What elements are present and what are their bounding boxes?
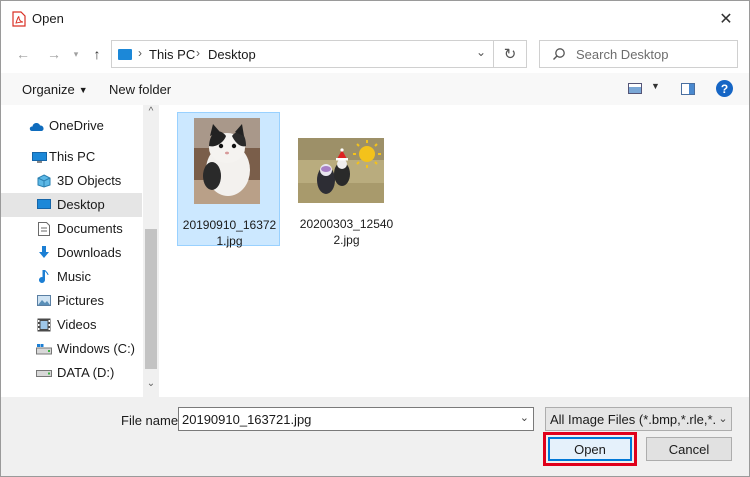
navigation-pane: OneDrive This PC 3D Objects Desktop Docu… [1, 105, 159, 397]
forward-button[interactable]: → [43, 43, 65, 65]
search-input[interactable] [576, 45, 726, 63]
arrow-right-icon: → [47, 46, 61, 62]
window-title: Open [32, 11, 64, 26]
recent-locations-button[interactable]: ▾ [65, 43, 87, 65]
view-options-icon[interactable] [628, 83, 642, 94]
sidebar-item-label: Documents [57, 221, 123, 236]
open-button[interactable]: Open [548, 437, 632, 461]
document-icon [38, 222, 50, 236]
sidebar-item-onedrive[interactable]: OneDrive [1, 114, 142, 138]
sidebar-item-label: Music [57, 269, 91, 284]
help-icon[interactable]: ? [716, 80, 733, 97]
chevron-right-icon: › [138, 46, 142, 60]
command-toolbar: Organize ▼ New folder ▼ ? [1, 73, 749, 106]
chevron-down-icon[interactable]: ⌄ [520, 411, 529, 424]
sidebar-item-label: Windows (C:) [57, 341, 136, 356]
sidebar-item-label: DATA (D:) [57, 365, 115, 380]
sidebar-item-videos[interactable]: Videos [1, 313, 142, 337]
sidebar-item-data-d[interactable]: DATA (D:) [1, 361, 142, 385]
chevron-right-icon: › [196, 46, 200, 60]
preview-pane-icon[interactable] [681, 83, 695, 95]
file-item[interactable]: 20200303_12540 2.jpg [295, 112, 398, 248]
back-button[interactable]: ← [12, 43, 34, 65]
pictures-icon [37, 295, 51, 306]
file-type-select[interactable]: All Image Files (*.bmp,*.rle,*.dib ⌄ [545, 407, 732, 431]
sidebar-item-desktop[interactable]: Desktop [1, 193, 142, 217]
organize-label: Organize [22, 82, 75, 97]
cat-photo-thumbnail [194, 118, 260, 204]
sidebar-item-pictures[interactable]: Pictures [1, 289, 142, 313]
file-name-line: 1.jpg [216, 234, 243, 248]
sidebar-item-downloads[interactable]: Downloads [1, 241, 142, 265]
this-pc-icon [118, 49, 132, 60]
sidebar-item-label: Videos [57, 317, 97, 332]
refresh-button[interactable]: ↻ [493, 41, 526, 67]
nav-pane-scrollbar[interactable]: ^ ⌄ [143, 105, 159, 397]
arrow-up-icon: ↑ [93, 46, 101, 62]
file-item[interactable]: 20190910_16372 1.jpg [177, 112, 281, 249]
caret-down-icon: ▼ [78, 85, 88, 95]
download-icon [39, 246, 49, 258]
sidebar-item-music[interactable]: Music [1, 265, 142, 289]
chevron-down-icon: ▾ [73, 48, 79, 59]
cube-icon [37, 174, 51, 188]
arrow-left-icon: ← [16, 46, 30, 62]
desktop-icon [37, 199, 51, 209]
drive-windows-icon [36, 344, 52, 355]
search-box[interactable] [539, 40, 738, 68]
dogs-photo-thumbnail [298, 138, 384, 203]
file-name-line: 2.jpg [333, 233, 360, 247]
file-name: 20190910_16372 1.jpg [178, 217, 281, 249]
close-icon: ✕ [719, 11, 733, 28]
sidebar-item-this-pc[interactable]: This PC [1, 145, 142, 169]
video-icon [37, 318, 51, 332]
sidebar-item-3d-objects[interactable]: 3D Objects [1, 169, 142, 193]
sidebar-item-label: Downloads [57, 245, 122, 260]
file-type-value: All Image Files (*.bmp,*.rle,*.dib [550, 412, 732, 427]
pdf-app-icon [12, 11, 26, 27]
new-folder-button[interactable]: New folder [109, 82, 171, 97]
drive-icon [36, 370, 52, 377]
file-name-label: File name: [121, 413, 182, 428]
file-list: 20190910_16372 1.jpg 20200303_12540 2.jp… [159, 105, 749, 397]
scroll-up-icon[interactable]: ^ [143, 105, 159, 119]
scrollbar-thumb[interactable] [145, 229, 157, 369]
search-icon [553, 48, 565, 60]
open-dialog: Open ✕ ← → ▾ ↑ › This PC › Desktop ⌄ ↻ O [0, 0, 750, 477]
cloud-icon [29, 122, 44, 131]
navigation-bar: ← → ▾ ↑ › This PC › Desktop ⌄ ↻ [1, 37, 749, 71]
cancel-button[interactable]: Cancel [646, 437, 732, 461]
file-thumbnail [194, 118, 260, 204]
sidebar-item-label: 3D Objects [57, 173, 122, 188]
sidebar-item-label: Desktop [57, 197, 105, 212]
file-thumbnail [298, 138, 384, 203]
file-name-line: 20190910_16372 [182, 218, 277, 232]
file-name-input[interactable] [182, 410, 502, 428]
sidebar-item-label: OneDrive [49, 118, 104, 133]
address-dropdown-icon[interactable]: ⌄ [476, 45, 486, 59]
scroll-down-icon[interactable]: ⌄ [143, 377, 159, 391]
sidebar-item-label: This PC [49, 149, 96, 164]
computer-icon [32, 152, 47, 163]
address-bar[interactable]: › This PC › Desktop ⌄ ↻ [111, 40, 527, 68]
close-button[interactable]: ✕ [703, 1, 749, 37]
sidebar-item-documents[interactable]: Documents [1, 217, 142, 241]
breadcrumb-desktop[interactable]: Desktop [208, 47, 256, 62]
sidebar-item-windows-c[interactable]: Windows (C:) [1, 337, 142, 361]
file-name-combobox[interactable]: ⌄ [178, 407, 534, 431]
sidebar-item-label: Pictures [57, 293, 104, 308]
organize-menu[interactable]: Organize ▼ [22, 82, 88, 97]
file-name: 20200303_12540 2.jpg [295, 216, 398, 248]
title-bar: Open ✕ [1, 1, 749, 37]
refresh-icon: ↻ [503, 46, 517, 63]
breadcrumb-this-pc[interactable]: This PC [149, 47, 195, 62]
chevron-down-icon[interactable]: ⌄ [715, 408, 731, 430]
up-button[interactable]: ↑ [86, 43, 108, 65]
caret-down-icon[interactable]: ▼ [651, 81, 660, 91]
music-icon [39, 270, 49, 283]
file-name-line: 20200303_12540 [299, 217, 394, 231]
